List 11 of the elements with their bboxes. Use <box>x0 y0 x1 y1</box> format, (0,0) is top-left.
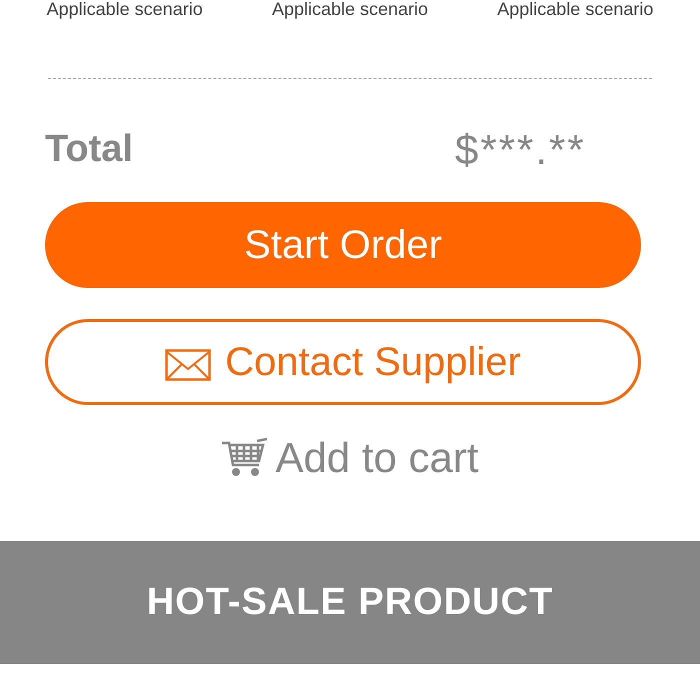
banner-title: HOT-SALE PRODUCT <box>146 580 554 625</box>
start-order-button[interactable]: Start Order <box>45 202 641 288</box>
envelope-icon <box>165 349 212 381</box>
contact-supplier-button[interactable]: Contact Supplier <box>45 319 641 405</box>
scenario-label: Applicable scenario <box>497 0 654 18</box>
add-to-cart-link[interactable]: Add to cart <box>221 431 479 483</box>
scenario-label: Applicable scenario <box>46 0 203 18</box>
total-label: Total <box>45 126 134 172</box>
total-price: $***.** <box>455 124 586 174</box>
scenario-label: Applicable scenario <box>272 0 428 18</box>
cart-icon <box>221 437 268 477</box>
